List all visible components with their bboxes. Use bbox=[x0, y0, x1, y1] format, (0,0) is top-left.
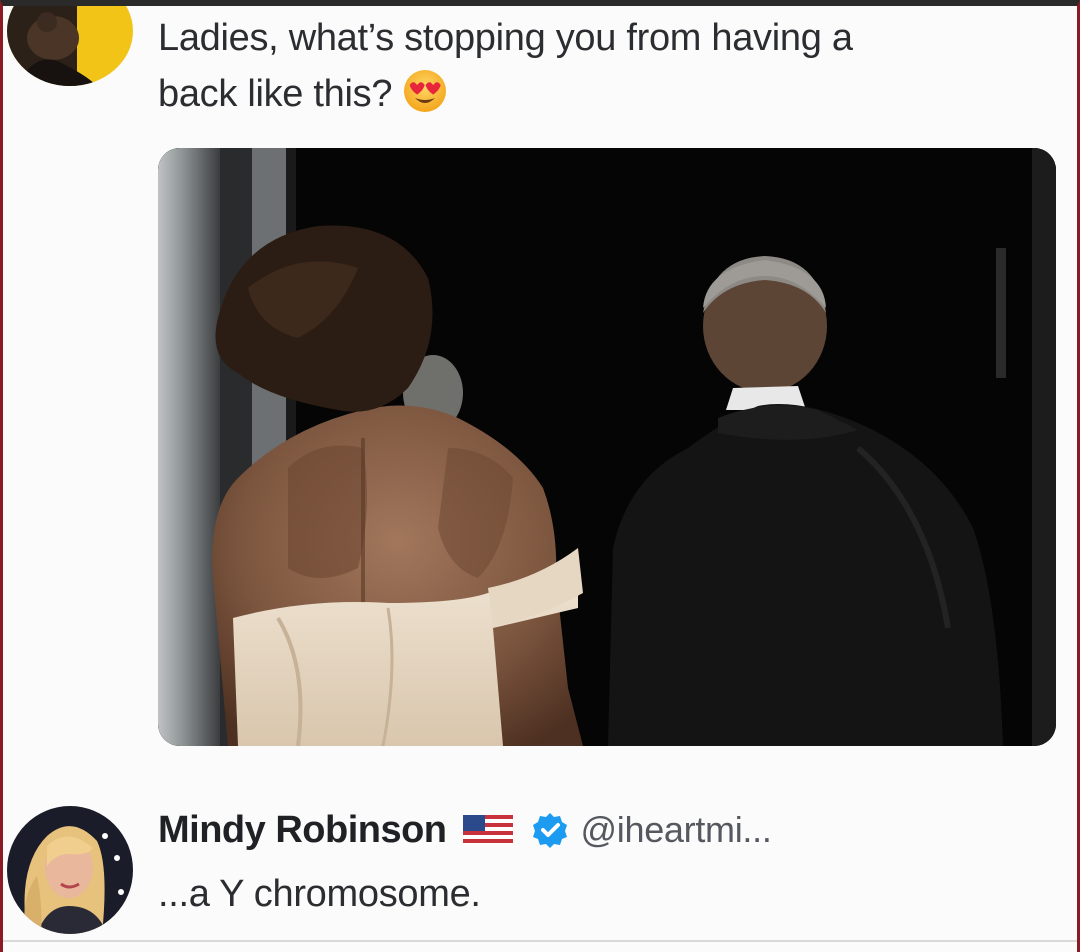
author-avatar[interactable] bbox=[7, 6, 133, 86]
divider bbox=[3, 940, 1077, 942]
tweet-photo[interactable] bbox=[158, 148, 1056, 746]
tweet-text-line-1: Ladies, what’s stopping you from having … bbox=[158, 17, 853, 59]
reply-header: Mindy Robinson @iheartmi... bbox=[158, 806, 772, 854]
tweet-text-line-2: back like this? bbox=[158, 66, 1058, 122]
reply-avatar[interactable] bbox=[7, 806, 133, 934]
us-flag-icon bbox=[462, 815, 513, 845]
reply-author-handle[interactable]: @iheartmi... bbox=[581, 809, 772, 851]
reply-author-name[interactable]: Mindy Robinson bbox=[158, 809, 447, 852]
verified-badge-icon bbox=[532, 813, 567, 848]
screenshot-frame: Ladies, what’s stopping you from having … bbox=[0, 0, 1080, 952]
tweet-text: Ladies, what’s stopping you from having … bbox=[158, 10, 1058, 122]
tweet-text-line-2-content: back like this? bbox=[158, 73, 393, 115]
reply-text: ...a Y chromosome. bbox=[158, 873, 481, 915]
heart-eyes-emoji-icon bbox=[404, 70, 447, 112]
